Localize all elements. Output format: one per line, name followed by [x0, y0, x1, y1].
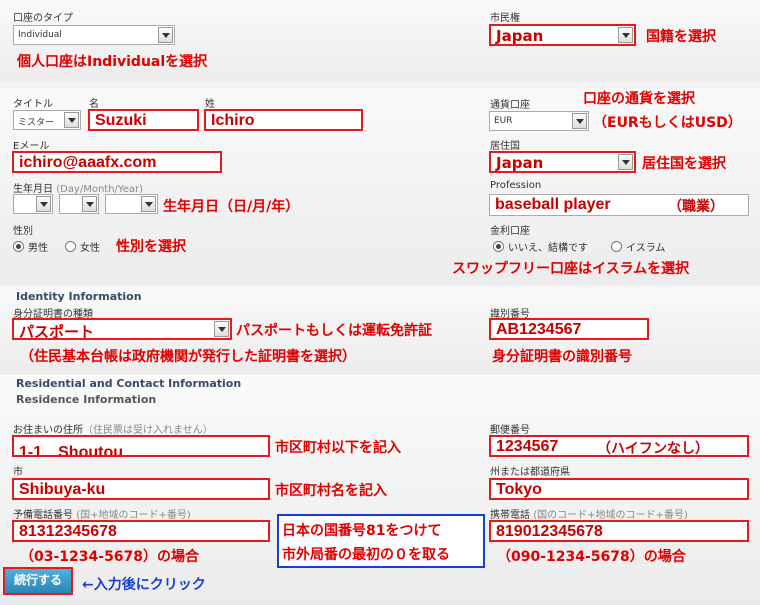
first-name-input[interactable]: Suzuki: [88, 109, 199, 131]
address-note: 市区町村以下を記入: [275, 440, 401, 456]
radio-empty-icon: [611, 241, 622, 252]
title-select[interactable]: ミスター: [13, 110, 81, 130]
title-label: タイトル: [13, 99, 53, 110]
phone-label: 予備電話番号 (国+地域のコード+番号): [13, 510, 191, 521]
callout-line-2: 市外局番の最初の０を取る: [282, 547, 450, 563]
interest-islam-radio[interactable]: イスラム: [611, 239, 665, 254]
interest-label: 金利口座: [490, 226, 530, 237]
citizenship-note: 国籍を選択: [646, 29, 716, 45]
account-type-note: 個人口座はIndividualを選択: [17, 54, 208, 70]
chevron-down-icon: [572, 113, 587, 129]
doc-type-note-1: パスポートもしくは運転免許証: [236, 323, 432, 339]
chevron-down-icon: [141, 196, 156, 212]
currency-value: EUR: [494, 116, 513, 126]
last-name-input[interactable]: Ichiro: [204, 109, 363, 131]
postal-input[interactable]: 1234567 （ハイフンなし）: [489, 435, 749, 457]
prefecture-label: 州または都道府県: [490, 467, 570, 478]
chevron-down-icon: [36, 196, 51, 212]
currency-select[interactable]: EUR: [489, 111, 589, 131]
interest-note: スワップフリー口座はイスラムを選択: [452, 261, 690, 277]
currency-label: 通貨口座: [490, 100, 530, 111]
radio-selected-icon: [493, 241, 504, 252]
city-label: 市: [13, 467, 23, 478]
gender-male-radio[interactable]: 男性: [13, 239, 48, 254]
profession-value: baseball player: [495, 196, 611, 213]
account-type-label: 口座のタイプ: [13, 13, 73, 24]
mobile-input[interactable]: 819012345678: [489, 520, 749, 542]
email-input[interactable]: ichiro@aaafx.com: [12, 151, 222, 173]
chevron-down-icon: [64, 112, 79, 128]
radio-empty-icon: [65, 241, 76, 252]
gender-note: 性別を選択: [116, 239, 186, 255]
doc-type-value: パスポート: [19, 323, 95, 340]
citizenship-label: 市民権: [490, 13, 520, 24]
postal-label: 郵便番号: [490, 425, 530, 436]
chevron-down-icon: [618, 27, 633, 43]
id-number-input[interactable]: AB1234567: [489, 318, 649, 340]
chevron-down-icon: [214, 321, 229, 337]
mobile-note: （090-1234-5678）の場合: [497, 549, 686, 565]
profession-input[interactable]: baseball player （職業）: [489, 194, 749, 216]
prefecture-input[interactable]: Tokyo: [489, 478, 749, 500]
title-value: ミスター: [18, 118, 55, 128]
residence-section-subtitle: Residence Information: [16, 393, 157, 406]
identity-section-title: Identity Information: [16, 290, 142, 303]
residence-select[interactable]: Japan: [489, 151, 636, 173]
dob-year-select[interactable]: [105, 194, 158, 214]
gender-label: 性別: [13, 226, 33, 237]
chevron-down-icon: [618, 154, 633, 170]
country-code-callout: 日本の国番号81をつけて 市外局番の最初の０を取る: [277, 514, 485, 568]
address-input[interactable]: 1-1 Shoutou: [12, 435, 270, 457]
continue-note: ←入力後にクリック: [82, 577, 206, 593]
residence-label: 居住国: [490, 141, 520, 152]
phone-input[interactable]: 81312345678: [12, 520, 270, 542]
currency-note-1: 口座の通貨を選択: [583, 91, 695, 107]
dob-day-select[interactable]: [13, 194, 53, 214]
city-input[interactable]: Shibuya-ku: [12, 478, 270, 500]
account-type-select[interactable]: Individual: [13, 25, 175, 45]
city-note: 市区町村名を記入: [275, 483, 387, 499]
dob-month-select[interactable]: [59, 194, 99, 214]
doc-type-note-2: （住民基本台帳は政府機関が発行した証明書を選択）: [20, 349, 356, 365]
mobile-label: 携帯電話 (国のコード+地域のコード+番号): [490, 510, 688, 521]
callout-line-1: 日本の国番号81をつけて: [282, 523, 442, 539]
postal-value: 1234567: [496, 438, 559, 455]
first-name-label: 名: [89, 99, 99, 110]
profession-note: （職業）: [668, 199, 724, 215]
phone-note: （03-1234-5678）の場合: [20, 549, 200, 565]
residence-note: 居住国を選択: [642, 156, 726, 172]
residence-section-title: Residential and Contact Information: [16, 377, 242, 390]
postal-note: （ハイフンなし）: [597, 441, 709, 457]
residence-value: Japan: [496, 154, 544, 172]
dob-label: 生年月日 (Day/Month/Year): [13, 184, 143, 195]
doc-type-select[interactable]: パスポート: [12, 318, 232, 340]
dob-note: 生年月日（日/月/年）: [163, 199, 300, 215]
citizenship-value: Japan: [496, 27, 544, 45]
citizenship-select[interactable]: Japan: [489, 24, 636, 46]
id-number-note: 身分証明書の識別番号: [492, 349, 632, 365]
chevron-down-icon: [158, 27, 173, 43]
address-label: お住まいの住所（住民票は受け入れません）: [13, 425, 213, 436]
radio-selected-icon: [13, 241, 24, 252]
chevron-down-icon: [82, 196, 97, 212]
gender-female-radio[interactable]: 女性: [65, 239, 100, 254]
currency-note-2: （EURもしくはUSD）: [593, 115, 742, 131]
last-name-label: 姓: [205, 99, 215, 110]
continue-button[interactable]: 続行する: [3, 567, 73, 595]
email-label: Eメール: [13, 141, 50, 152]
profession-label: Profession: [490, 180, 542, 191]
interest-no-radio[interactable]: いいえ、結構です: [493, 239, 588, 254]
account-type-value: Individual: [18, 30, 62, 40]
